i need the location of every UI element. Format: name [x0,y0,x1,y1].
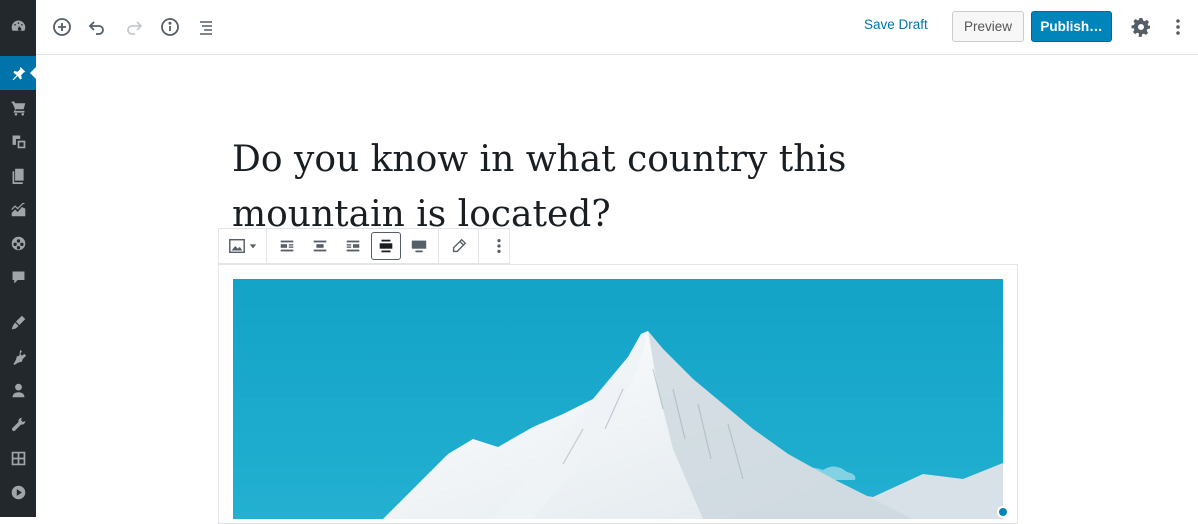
play-icon [11,485,25,499]
add-block-icon [53,18,71,36]
redo-icon [127,21,143,35]
block-switcher-group [219,229,267,263]
info-button[interactable] [156,13,184,41]
admin-menu-woocommerce[interactable] [0,90,36,124]
more-menu-button[interactable] [1164,13,1192,41]
info-icon [161,18,179,36]
outline-icon [200,21,212,35]
settings-button[interactable] [1127,13,1155,41]
pin-icon [12,66,25,80]
admin-menu-media-player[interactable] [0,475,36,509]
align-center-button[interactable] [305,232,335,260]
comment-icon [12,271,24,283]
media-icon [12,135,25,148]
user-icon [12,383,24,397]
post-title[interactable]: Do you know in what country this mountai… [232,132,952,242]
palette-icon [11,236,25,250]
admin-menu-analytics[interactable] [0,192,36,226]
more-vertical-icon [1176,19,1180,35]
admin-menu-pages[interactable] [0,158,36,192]
gear-icon [1131,18,1150,37]
plugin-icon [12,349,26,365]
edit-pencil-icon [452,238,466,253]
admin-menu-tools[interactable] [0,407,36,441]
mountain-image [233,279,1003,519]
admin-menu-posts[interactable] [0,56,36,90]
brush-icon [11,315,25,329]
block-type-switcher[interactable] [224,232,262,260]
image-icon [229,238,245,254]
edit-image-button[interactable] [444,232,474,260]
admin-menu-users[interactable] [0,373,36,407]
settings-grid-icon [11,451,25,465]
admin-menu-dashboard[interactable] [0,9,36,43]
alignment-group [267,229,439,263]
more-group [479,229,518,263]
block-more-options-button[interactable] [484,232,514,260]
align-center-icon [313,240,326,252]
align-right-button[interactable] [338,232,368,260]
align-full-button[interactable] [404,232,434,260]
more-vertical-icon [496,238,501,254]
wrench-icon [11,417,25,431]
mountain-image-graphic [233,279,1003,519]
align-left-button[interactable] [272,232,302,260]
editor-header: Save Draft Preview Publish… [36,0,1198,55]
block-navigation-button[interactable] [192,13,220,41]
edit-group [439,229,479,263]
cart-icon [11,101,25,116]
add-block-button[interactable] [48,13,76,41]
chart-icon [11,202,25,216]
admin-menu-comments[interactable] [0,260,36,294]
admin-menu-media[interactable] [0,124,36,158]
save-draft-button[interactable]: Save Draft [864,17,928,32]
align-wide-button[interactable] [370,232,401,260]
align-wide-icon [379,239,392,253]
dashboard-icon [11,20,25,31]
align-full-icon [411,240,426,253]
admin-sidebar [0,0,36,517]
image-resize-handle[interactable] [997,506,1009,518]
align-right-icon [346,240,359,252]
block-toolbar [218,228,510,264]
undo-button[interactable] [83,13,111,41]
align-left-icon [280,240,293,252]
admin-menu-settings[interactable] [0,441,36,475]
undo-icon [88,21,104,35]
publish-button[interactable]: Publish… [1031,11,1112,42]
preview-button[interactable]: Preview [952,11,1024,42]
caret-down-icon [249,244,257,249]
admin-menu-plugins[interactable] [0,339,36,373]
admin-menu-appearance[interactable] [0,305,36,339]
pages-icon [12,168,24,184]
redo-button[interactable] [120,13,148,41]
admin-menu-appearance-extra[interactable] [0,226,36,260]
